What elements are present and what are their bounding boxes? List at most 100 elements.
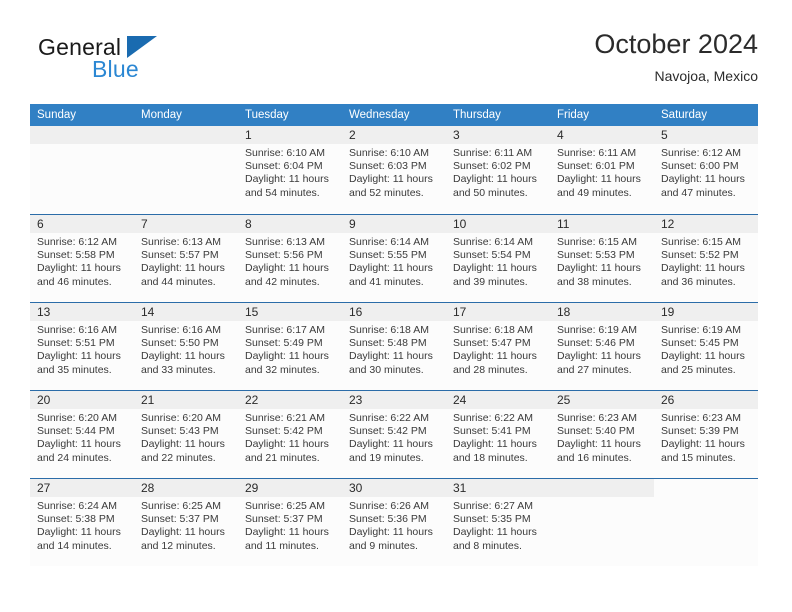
day-number-strip: 14 <box>134 303 238 321</box>
day-number: 21 <box>141 393 155 407</box>
daylight-text-cont: and 38 minutes. <box>557 275 632 288</box>
day-number: 5 <box>661 128 668 142</box>
day-cell[interactable]: 6 Sunrise: 6:12 AM Sunset: 5:58 PM Daylight… <box>30 215 134 302</box>
sunset-text: Sunset: 5:51 PM <box>37 337 115 350</box>
weekday-header-friday: Friday <box>557 109 589 121</box>
day-cell[interactable]: 21 Sunrise: 6:20 AM Sunset: 5:43 PM Dayligh… <box>134 391 238 478</box>
day-details: Sunrise: 6:22 AM Sunset: 5:42 PM Daylight:… <box>342 409 446 465</box>
week-row: 13 Sunrise: 6:16 AM Sunset: 5:51 PM Dayligh… <box>30 302 758 390</box>
sunrise-text: Sunrise: 6:12 AM <box>37 236 117 248</box>
day-number: 13 <box>37 305 51 319</box>
day-number: 16 <box>349 305 363 319</box>
day-cell[interactable]: 23 Sunrise: 6:22 AM Sunset: 5:42 PM Dayligh… <box>342 391 446 478</box>
daylight-text: Daylight: 11 hours <box>245 173 329 186</box>
sunset-text: Sunset: 5:36 PM <box>349 513 427 526</box>
day-cell[interactable]: 22 Sunrise: 6:21 AM Sunset: 5:42 PM Dayligh… <box>238 391 342 478</box>
sunrise-text: Sunrise: 6:23 AM <box>557 412 637 424</box>
title-block: October 2024 Navojoa, Mexico <box>594 28 758 86</box>
sunrise-text: Sunrise: 6:20 AM <box>37 412 117 424</box>
daylight-text-cont: and 24 minutes. <box>37 451 112 464</box>
day-cell[interactable]: 7 Sunrise: 6:13 AM Sunset: 5:57 PM Daylight… <box>134 215 238 302</box>
day-cell[interactable]: 9 Sunrise: 6:14 AM Sunset: 5:55 PM Daylight… <box>342 215 446 302</box>
day-details: Sunrise: 6:21 AM Sunset: 5:42 PM Daylight:… <box>238 409 342 465</box>
daylight-text-cont: and 25 minutes. <box>661 363 736 376</box>
sunset-text: Sunset: 5:39 PM <box>661 425 739 438</box>
day-cell[interactable]: 14 Sunrise: 6:16 AM Sunset: 5:50 PM Dayligh… <box>134 303 238 390</box>
sunset-text: Sunset: 5:45 PM <box>661 337 739 350</box>
day-details: Sunrise: 6:23 AM Sunset: 5:40 PM Daylight:… <box>550 409 654 465</box>
day-number-strip: 21 <box>134 391 238 409</box>
daylight-text-cont: and 46 minutes. <box>37 275 112 288</box>
day-details: Sunrise: 6:10 AM Sunset: 6:04 PM Daylight:… <box>238 144 342 200</box>
day-cell[interactable]: 16 Sunrise: 6:18 AM Sunset: 5:48 PM Dayligh… <box>342 303 446 390</box>
daylight-text: Daylight: 11 hours <box>661 173 745 186</box>
day-cell[interactable]: 25 Sunrise: 6:23 AM Sunset: 5:40 PM Dayligh… <box>550 391 654 478</box>
day-cell[interactable]: 4 Sunrise: 6:11 AM Sunset: 6:01 PM Daylight… <box>550 126 654 214</box>
daylight-text-cont: and 52 minutes. <box>349 186 424 199</box>
sunrise-text: Sunrise: 6:25 AM <box>245 500 325 512</box>
sunset-text: Sunset: 5:49 PM <box>245 337 323 350</box>
day-number-strip: 29 <box>238 479 342 497</box>
sunrise-text: Sunrise: 6:10 AM <box>349 147 429 159</box>
day-number: 11 <box>557 217 570 231</box>
day-number: 27 <box>37 481 51 495</box>
sunrise-text: Sunrise: 6:23 AM <box>661 412 741 424</box>
logo-triangle-icon <box>127 36 157 58</box>
sunrise-text: Sunrise: 6:13 AM <box>141 236 221 248</box>
day-number-strip: 8 <box>238 215 342 233</box>
day-cell[interactable]: 13 Sunrise: 6:16 AM Sunset: 5:51 PM Dayligh… <box>30 303 134 390</box>
day-number: 24 <box>453 393 467 407</box>
day-cell[interactable]: 15 Sunrise: 6:17 AM Sunset: 5:49 PM Dayligh… <box>238 303 342 390</box>
daylight-text: Daylight: 11 hours <box>453 438 537 451</box>
day-cell[interactable]: 8 Sunrise: 6:13 AM Sunset: 5:56 PM Daylight… <box>238 215 342 302</box>
sunrise-text: Sunrise: 6:13 AM <box>245 236 325 248</box>
day-number-strip: 24 <box>446 391 550 409</box>
daylight-text-cont: and 32 minutes. <box>245 363 320 376</box>
daylight-text: Daylight: 11 hours <box>141 262 225 275</box>
day-number-strip: 9 <box>342 215 446 233</box>
day-cell[interactable]: 19 Sunrise: 6:19 AM Sunset: 5:45 PM Dayligh… <box>654 303 758 390</box>
day-details: Sunrise: 6:26 AM Sunset: 5:36 PM Daylight:… <box>342 497 446 553</box>
day-cell[interactable]: 2 Sunrise: 6:10 AM Sunset: 6:03 PM Daylight… <box>342 126 446 214</box>
daylight-text: Daylight: 11 hours <box>37 262 121 275</box>
day-cell[interactable]: 12 Sunrise: 6:15 AM Sunset: 5:52 PM Dayligh… <box>654 215 758 302</box>
day-cell[interactable]: 5 Sunrise: 6:12 AM Sunset: 6:00 PM Daylight… <box>654 126 758 214</box>
day-cell[interactable]: 29 Sunrise: 6:25 AM Sunset: 5:37 PM Dayligh… <box>238 479 342 566</box>
day-details: Sunrise: 6:20 AM Sunset: 5:44 PM Daylight:… <box>30 409 134 465</box>
day-cell[interactable]: 18 Sunrise: 6:19 AM Sunset: 5:46 PM Dayligh… <box>550 303 654 390</box>
day-number-strip: 19 <box>654 303 758 321</box>
day-cell[interactable]: 1 Sunrise: 6:10 AM Sunset: 6:04 PM Daylight… <box>238 126 342 214</box>
sunset-text: Sunset: 5:56 PM <box>245 249 323 262</box>
sunset-text: Sunset: 6:03 PM <box>349 160 427 173</box>
sunrise-text: Sunrise: 6:11 AM <box>557 147 637 159</box>
daylight-text: Daylight: 11 hours <box>141 526 225 539</box>
day-cell[interactable]: 24 Sunrise: 6:22 AM Sunset: 5:41 PM Dayligh… <box>446 391 550 478</box>
sunrise-text: Sunrise: 6:25 AM <box>141 500 221 512</box>
day-number-strip: 3 <box>446 126 550 144</box>
day-cell[interactable]: 20 Sunrise: 6:20 AM Sunset: 5:44 PM Dayligh… <box>30 391 134 478</box>
day-cell[interactable]: 17 Sunrise: 6:18 AM Sunset: 5:47 PM Dayligh… <box>446 303 550 390</box>
day-cell[interactable]: 11 Sunrise: 6:15 AM Sunset: 5:53 PM Dayligh… <box>550 215 654 302</box>
daylight-text: Daylight: 11 hours <box>453 350 537 363</box>
day-cell[interactable]: 3 Sunrise: 6:11 AM Sunset: 6:02 PM Daylight… <box>446 126 550 214</box>
sunrise-text: Sunrise: 6:27 AM <box>453 500 533 512</box>
day-cell[interactable]: 26 Sunrise: 6:23 AM Sunset: 5:39 PM Dayligh… <box>654 391 758 478</box>
weekday-header-thursday: Thursday <box>453 109 501 121</box>
day-number-strip: 26 <box>654 391 758 409</box>
daylight-text: Daylight: 11 hours <box>557 350 641 363</box>
day-cell[interactable]: 28 Sunrise: 6:25 AM Sunset: 5:37 PM Dayligh… <box>134 479 238 566</box>
sunset-text: Sunset: 5:41 PM <box>453 425 531 438</box>
day-details: Sunrise: 6:17 AM Sunset: 5:49 PM Daylight:… <box>238 321 342 377</box>
day-cell[interactable]: 27 Sunrise: 6:24 AM Sunset: 5:38 PM Dayligh… <box>30 479 134 566</box>
sunset-text: Sunset: 5:48 PM <box>349 337 427 350</box>
day-cell[interactable]: 10 Sunrise: 6:14 AM Sunset: 5:54 PM Dayligh… <box>446 215 550 302</box>
day-number-strip: 17 <box>446 303 550 321</box>
day-cell[interactable]: 30 Sunrise: 6:26 AM Sunset: 5:36 PM Dayligh… <box>342 479 446 566</box>
day-details: Sunrise: 6:10 AM Sunset: 6:03 PM Daylight:… <box>342 144 446 200</box>
day-cell[interactable]: 31 Sunrise: 6:27 AM Sunset: 5:35 PM Dayligh… <box>446 479 550 566</box>
daylight-text: Daylight: 11 hours <box>245 526 329 539</box>
day-number-strip: 13 <box>30 303 134 321</box>
general-blue-logo[interactable]: General Blue <box>30 34 260 90</box>
daylight-text: Daylight: 11 hours <box>141 350 225 363</box>
day-number: 18 <box>557 305 571 319</box>
